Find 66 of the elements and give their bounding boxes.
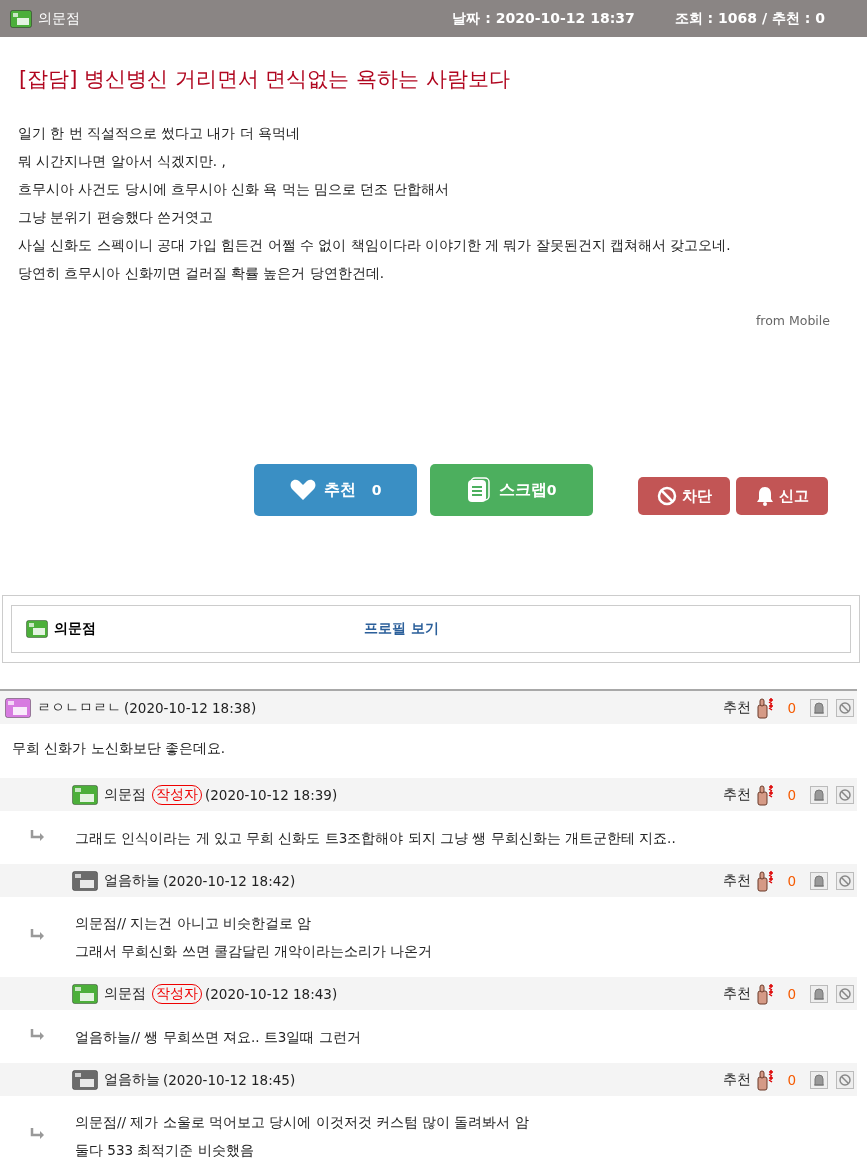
recommend-count: 0 xyxy=(787,1071,796,1088)
report-icon[interactable] xyxy=(810,698,828,717)
reply-arrow-icon xyxy=(29,1027,45,1042)
block-button[interactable]: 차단 xyxy=(638,477,730,515)
prohibited-icon[interactable] xyxy=(836,984,854,1003)
author-name[interactable]: 의문점 xyxy=(38,9,80,28)
body-line: 당연히 흐무시아 신화끼면 걸러질 확률 높은거 당연한건데. xyxy=(18,264,386,283)
prohibited-icon[interactable] xyxy=(836,698,854,717)
comment-text: 의문점// 제가 소울로 먹어보고 당시에 이것저것 커스텀 많이 돌려봐서 암 둘다 533 최적기준 비슷했음 xyxy=(75,1113,529,1160)
reply-arrow-icon xyxy=(29,828,45,843)
prohibited-icon xyxy=(656,486,677,506)
comment-text: 의문점// 지는건 아니고 비슷한걸로 암 그래서 무희신화 쓰면 쿨감달린 개악이라는소리가 나온거 xyxy=(75,914,433,961)
thumbs-up-icon[interactable] xyxy=(755,783,776,806)
profile-name: 의문점 xyxy=(54,620,97,638)
body-line: 사실 신화도 스펙이니 공대 가입 힘든건 어쩔 수 없이 책임이다라 이야기한 게 뭐가 잘못된건지 캡쳐해서 갖고오네. xyxy=(18,236,732,255)
reply-arrow-icon xyxy=(29,1127,45,1141)
recommend-label: 추천 xyxy=(723,1070,752,1089)
recommend-button[interactable]: 추천 0 xyxy=(254,464,417,516)
comment-date: (2020-10-12 18:39) xyxy=(205,786,338,803)
profile-link[interactable]: 프로필 보기 xyxy=(364,620,439,638)
reply-arrow-icon xyxy=(29,928,45,942)
comment-text: 얼음하늘// 쌩 무희쓰면 져요.. 트3일때 그런거 xyxy=(75,1027,361,1047)
comment-author[interactable]: 얼음하늘 xyxy=(104,1070,160,1089)
recommend-label: 추천 xyxy=(723,698,752,717)
level-badge-icon xyxy=(26,620,48,638)
comment-author[interactable]: ㄹㅇㄴㅁㄹㄴ xyxy=(37,698,121,717)
report-icon[interactable] xyxy=(810,871,828,890)
recommend-label: 추천 xyxy=(723,984,752,1003)
comment-text: 그래도 인식이라는 게 있고 무희 신화도 트3조합해야 되지 그냥 쌩 무희신화는 개트군한테 지죠.. xyxy=(75,828,676,848)
comment-date: (2020-10-12 18:38) xyxy=(124,699,257,716)
prohibited-icon[interactable] xyxy=(836,1070,854,1089)
bell-icon xyxy=(755,486,774,506)
report-icon[interactable] xyxy=(810,785,828,804)
recommend-label: 추천 xyxy=(723,871,752,890)
level-badge-icon xyxy=(10,9,32,28)
heart-icon xyxy=(289,479,316,501)
body-line: 일기 한 번 직설적으로 썼다고 내가 더 욕먹네 xyxy=(18,124,302,143)
comment-author[interactable]: 의문점 xyxy=(104,984,146,1003)
report-icon[interactable] xyxy=(810,984,828,1003)
thumbs-up-icon[interactable] xyxy=(755,696,776,719)
report-button[interactable]: 신고 xyxy=(736,477,828,515)
thumbs-up-icon[interactable] xyxy=(755,982,776,1005)
report-icon[interactable] xyxy=(810,1070,828,1089)
post-date: 날짜 : 2020-10-12 18:37 xyxy=(452,9,635,28)
post-title: [잡담] 병신병신 거리면서 면식없는 욕하는 사람보다 xyxy=(19,66,511,93)
recommend-count: 0 xyxy=(787,699,796,716)
comment-date: (2020-10-12 18:42) xyxy=(163,872,296,889)
body-line: 뭐 시간지나면 알아서 식겠지만. , xyxy=(18,152,227,171)
thumbs-up-icon[interactable] xyxy=(755,1068,776,1091)
prohibited-icon[interactable] xyxy=(836,871,854,890)
post-stats: 조회 : 1068 / 추천 : 0 xyxy=(674,9,825,28)
recommend-count: 0 xyxy=(787,985,796,1002)
comment-date: (2020-10-12 18:43) xyxy=(205,985,338,1002)
recommend-label: 추천 xyxy=(723,785,752,804)
body-line: 흐무시아 사건도 당시에 흐무시아 신화 욕 먹는 밈으로 던조 단합해서 xyxy=(18,180,450,199)
comment-author[interactable]: 얼음하늘 xyxy=(104,871,160,890)
comment-text: 무희 신화가 노신화보단 좋은데요. xyxy=(12,739,226,758)
document-icon xyxy=(466,477,491,503)
comment-author[interactable]: 의문점 xyxy=(104,785,146,804)
source-label: from Mobile xyxy=(754,313,830,328)
prohibited-icon[interactable] xyxy=(836,785,854,804)
recommend-count: 0 xyxy=(787,872,796,889)
comment-date: (2020-10-12 18:45) xyxy=(163,1071,296,1088)
recommend-count: 0 xyxy=(787,786,796,803)
body-line: 그냥 분위기 편승했다 쓴거엿고 xyxy=(18,208,214,227)
thumbs-up-icon[interactable] xyxy=(755,869,776,892)
